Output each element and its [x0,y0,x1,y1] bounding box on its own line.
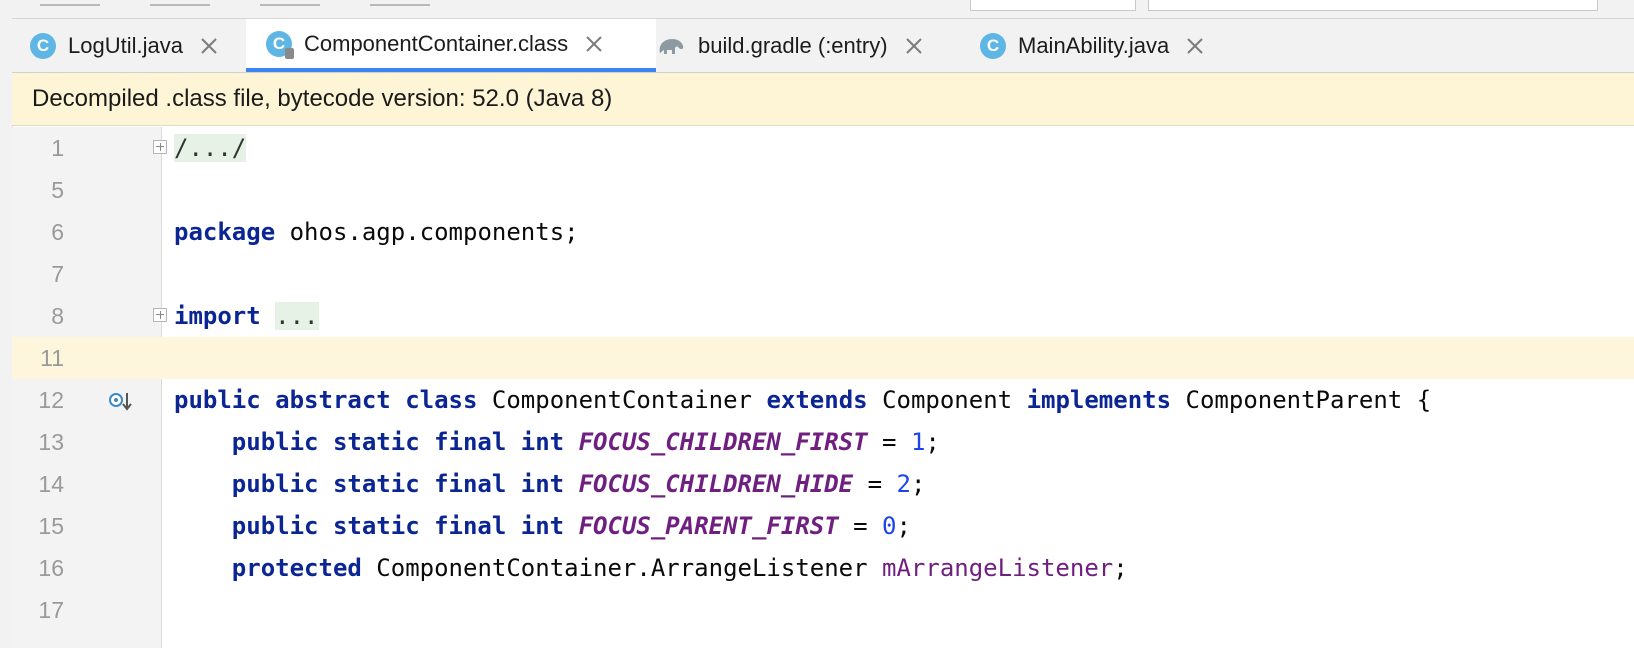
code-line[interactable]: 15 public static final int FOCUS_PARENT_… [12,505,1634,547]
type-name: ComponentContainer.ArrangeListener [376,554,868,582]
class-icon: C [30,32,56,59]
constant-name: FOCUS_PARENT_FIRST [578,512,839,540]
keyword: class [405,386,478,414]
constant-name: FOCUS_CHILDREN_FIRST [578,428,868,456]
modifiers: public static final int [231,512,565,540]
tab-mainability[interactable]: C MainAbility.java [980,19,1232,72]
superclass-name: Component [882,386,1013,414]
modifier: protected [231,554,362,582]
folded-imports[interactable]: ... [275,302,319,330]
code-line[interactable]: 14 public static final int FOCUS_CHILDRE… [12,463,1634,505]
keyword: public [174,386,261,414]
implemented-by-icon[interactable] [108,389,134,413]
fold-expand-icon[interactable] [153,308,167,322]
keyword: extends [766,386,868,414]
breadcrumb-fragment[interactable] [150,0,210,6]
code-line[interactable]: 12 public abstract class ComponentContai… [12,379,1634,421]
close-icon[interactable] [1185,36,1205,56]
decompiled-notice-banner: Decompiled .class file, bytecode version… [12,73,1634,126]
keyword: abstract [275,386,391,414]
class-readonly-icon: C [266,30,294,59]
run-configuration-selector[interactable] [970,0,1136,11]
line-number: 8 [51,303,64,329]
field-name: mArrangeListener [882,554,1114,582]
device-selector[interactable] [1148,0,1598,11]
tab-label: MainAbility.java [1018,32,1170,58]
code-editor[interactable]: 1 /.../ 5 6 package ohos.agp.components;… [12,127,1634,648]
operator: = [838,512,883,540]
line-number: 5 [51,177,64,203]
close-icon[interactable] [904,36,924,56]
keyword: package [174,218,276,246]
current-code-line[interactable]: 11 [12,337,1634,379]
semicolon: ; [910,470,926,498]
code-line[interactable]: 5 [12,169,1634,211]
line-number: 15 [38,513,64,539]
semicolon: ; [925,428,940,456]
tab-build-gradle[interactable]: build.gradle (:entry) [656,19,956,72]
class-icon: C [980,32,1006,59]
tab-label: LogUtil.java [68,32,183,58]
line-number: 14 [38,471,64,497]
close-icon[interactable] [199,36,219,56]
number-literal: 0 [882,512,897,540]
number-literal: 2 [896,470,911,498]
navigation-bar [0,0,1634,19]
semicolon: ; [1113,554,1128,582]
code-line[interactable]: 17 [12,589,1634,631]
fold-expand-icon[interactable] [153,140,167,154]
code-line[interactable]: 6 package ohos.agp.components; [12,211,1634,253]
editor-tab-bar: C LogUtil.java C ComponentContainer.clas… [12,19,1634,73]
code-line[interactable]: 7 [12,253,1634,295]
code-line[interactable]: 13 public static final int FOCUS_CHILDRE… [12,421,1634,463]
code-line[interactable]: 1 /.../ [12,127,1634,169]
number-literal: 1 [910,428,926,456]
line-number: 1 [51,135,64,161]
package-name: ohos.agp.components; [275,218,579,246]
line-number: 16 [38,555,64,581]
operator: = [867,428,911,456]
modifiers: public static final int [231,428,565,456]
semicolon: ; [896,512,911,540]
banner-text: Decompiled .class file, bytecode version… [32,85,613,112]
constant-name: FOCUS_CHILDREN_HIDE [578,470,854,498]
tab-label: build.gradle (:entry) [698,32,888,58]
tab-logutil[interactable]: C LogUtil.java [30,19,252,72]
gradle-icon [659,38,684,54]
line-number: 6 [51,219,64,245]
class-name: ComponentContainer [491,386,752,414]
breadcrumb-fragment[interactable] [370,0,430,6]
breadcrumb-fragment[interactable] [40,0,100,6]
operator: = [853,470,897,498]
tab-componentcontainer[interactable]: C ComponentContainer.class [246,19,656,72]
line-number: 11 [40,345,64,371]
brace: { [1416,386,1432,414]
tab-label: ComponentContainer.class [304,30,569,56]
line-number: 13 [38,429,64,455]
code-line[interactable]: 16 protected ComponentContainer.ArrangeL… [12,547,1634,589]
keyword: implements [1026,386,1172,414]
keyword: import [174,302,261,330]
interface-name: ComponentParent [1185,386,1403,414]
breadcrumb-fragment[interactable] [260,0,320,6]
modifiers: public static final int [231,470,565,498]
line-number: 12 [38,387,64,413]
code-line[interactable]: 8 import ... [12,295,1634,337]
line-number: 7 [51,261,64,287]
close-icon[interactable] [584,34,604,54]
folded-region[interactable]: /.../ [174,134,247,162]
line-number: 17 [38,597,64,623]
